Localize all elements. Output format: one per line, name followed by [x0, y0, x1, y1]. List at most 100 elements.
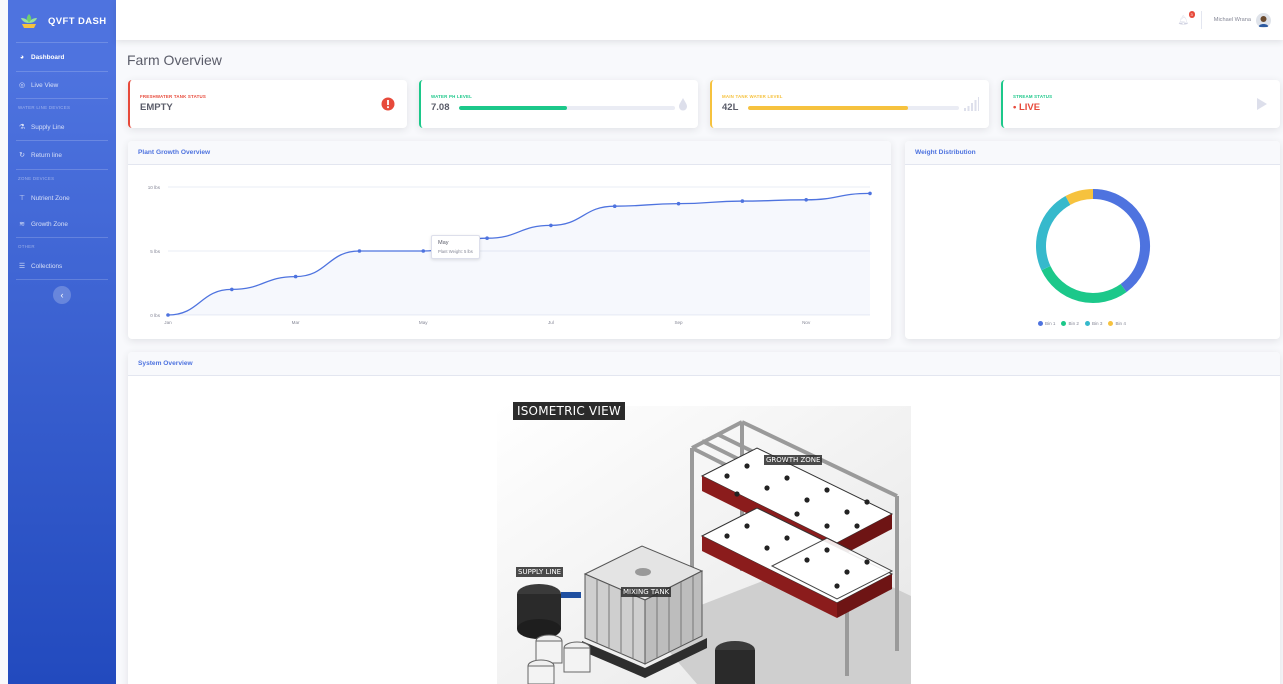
stat-card-ph: WATER PH LEVEL 7.08	[419, 80, 698, 128]
sidebar-heading: WATER LINE DEVICES	[18, 105, 71, 110]
data-point	[421, 249, 426, 253]
legend-item[interactable]: Bin 2	[1061, 321, 1079, 326]
sidebar-item-label: Live View	[31, 81, 59, 89]
signal-bars-icon	[964, 97, 979, 111]
data-point	[166, 313, 170, 317]
sidebar-item-supply-line[interactable]: ⚗ Supply Line	[8, 114, 116, 140]
collections-icon: ☰	[18, 263, 26, 270]
data-point	[740, 199, 745, 203]
legend-item[interactable]: Bin 1	[1038, 321, 1055, 326]
sidebar-item-label: Dashboard	[31, 53, 65, 61]
x-tick-label: Jan	[164, 320, 172, 325]
tooltip-body: Plant Weight: 5 lbs	[438, 249, 473, 254]
sidebar-item-dashboard[interactable]: ◕ Dashboard	[8, 43, 116, 71]
stat-card-freshwater: FRESHWATER TANK STATUS EMPTY	[128, 80, 407, 128]
plant-growth-chart: 10 lbs 5 lbs 0 lbs Jan Mar May Jul Sep Nov	[148, 185, 872, 325]
y-tick-label: 10 lbs	[148, 185, 161, 190]
alert-circle-icon	[381, 97, 395, 111]
page-title: Farm Overview	[127, 52, 222, 68]
stat-label: MAIN TANK WATER LEVEL	[722, 94, 783, 99]
plant-growth-card-title: Plant Growth Overview	[128, 141, 891, 165]
chart-legend: Bin 1 Bin 2 Bin 3 Bin 4	[1038, 321, 1126, 326]
chart-tooltip: May Plant Weight: 5 lbs	[431, 235, 480, 259]
stat-label: STREAM STATUS	[1013, 94, 1053, 99]
nutrient-icon: ⊤	[18, 195, 26, 202]
data-point	[676, 201, 681, 206]
data-point	[868, 191, 872, 196]
data-point	[230, 287, 234, 292]
bell-icon: 🔔︎	[1177, 14, 1189, 25]
sidebar-item-nutrient-zone[interactable]: ⊤ Nutrient Zone	[8, 185, 116, 211]
data-point	[612, 204, 617, 208]
x-tick-label: Jul	[548, 320, 554, 325]
sidebar-item-label: Nutrient Zone	[31, 194, 70, 202]
donut-slice	[1036, 196, 1071, 271]
water-drop-icon	[679, 98, 687, 111]
stat-label: WATER PH LEVEL	[431, 94, 473, 99]
avatar[interactable]	[1256, 12, 1271, 28]
sidebar-item-collections[interactable]: ☰ Collections	[8, 253, 116, 279]
system-isometric-image: ISOMETRIC VIEW GROWTH ZONE SUPPLY LINE M…	[497, 386, 911, 684]
dashboard-icon: ◕	[19, 53, 25, 61]
sidebar-item-label: Growth Zone	[31, 220, 68, 228]
legend-label: Bin 1	[1045, 321, 1056, 326]
brand-name: QVFT DASH	[48, 15, 107, 27]
tooltip-title: May	[438, 240, 449, 246]
stat-card-stream: STREAM STATUS • LIVE	[1001, 80, 1280, 128]
return-icon: ↻	[19, 152, 25, 159]
alert-count-badge: 3	[1188, 10, 1195, 18]
supply-line-label: SUPPLY LINE	[516, 567, 564, 577]
isometric-view-label: ISOMETRIC VIEW	[513, 402, 625, 420]
ph-progress-bar	[459, 106, 675, 110]
y-tick-label: 0 lbs	[150, 313, 160, 318]
data-point	[804, 198, 808, 202]
weight-distribution-card-title: Weight Distribution	[905, 141, 1280, 165]
isometric-drawing	[497, 406, 911, 684]
donut-slice	[1041, 265, 1127, 303]
legend-swatch	[1084, 321, 1090, 326]
legend-item[interactable]: Bin 4	[1108, 321, 1126, 326]
growth-zone-label: GROWTH ZONE	[764, 455, 823, 465]
legend-label: Bin 4	[1115, 321, 1126, 326]
sidebar: QVFT DASH ◕ Dashboard ◎ Live View WATER …	[8, 0, 116, 684]
system-overview-card-title: System Overview	[128, 352, 1280, 376]
plant-growth-card: Plant Growth Overview 10 lbs 5 lbs 0 lbs Ja…	[128, 141, 891, 339]
stat-value: EMPTY	[140, 102, 173, 113]
x-tick-label: Mar	[292, 320, 300, 325]
sidebar-item-label: Collections	[31, 262, 63, 270]
weight-distribution-card: Weight Distribution Bin 1 Bin 2 Bin 3 Bin 4	[905, 141, 1280, 339]
sidebar-heading: ZONE DEVICES	[18, 176, 55, 181]
topbar: 🔔︎ 3 Michael Wrana	[116, 0, 1283, 40]
supply-icon: ⚗	[18, 124, 26, 131]
alerts-button[interactable]: 🔔︎ 3	[1177, 10, 1195, 26]
y-tick-label: 5 lbs	[150, 249, 160, 254]
data-point	[549, 223, 553, 228]
sidebar-item-live-view[interactable]: ◎ Live View	[8, 72, 116, 98]
sidebar-item-return-line[interactable]: ↻ Return line	[8, 141, 116, 169]
stat-label: FRESHWATER TANK STATUS	[140, 94, 207, 99]
data-point	[485, 236, 489, 240]
ph-progress-fill	[459, 106, 567, 110]
legend-item[interactable]: Bin 3	[1084, 321, 1103, 326]
legend-label: Bin 3	[1091, 321, 1103, 326]
legend-swatch	[1038, 321, 1043, 326]
weight-distribution-chart	[1036, 189, 1150, 303]
legend-label: Bin 2	[1068, 321, 1079, 326]
live-icon: ◎	[18, 82, 26, 89]
data-point	[357, 249, 362, 253]
play-icon[interactable]	[1256, 97, 1268, 111]
legend-swatch	[1108, 321, 1114, 326]
sidebar-item-growth-zone[interactable]: ≋ Growth Zone	[8, 211, 116, 237]
sidebar-heading: OTHER	[18, 244, 35, 249]
growth-icon: ≋	[19, 221, 25, 228]
chevron-left-icon: ‹	[60, 290, 64, 300]
sidebar-item-label: Return line	[31, 151, 62, 159]
tank-level-progress-fill	[748, 106, 909, 110]
x-tick-label: Nov	[802, 320, 811, 325]
brand[interactable]: QVFT DASH	[8, 0, 116, 42]
mixing-tank-label: MIXING TANK	[621, 587, 672, 597]
sidebar-toggle-button[interactable]: ‹	[53, 286, 71, 304]
user-avatar-icon	[1256, 12, 1271, 28]
series-area	[168, 193, 870, 315]
user-name[interactable]: Michael Wrana	[1214, 17, 1251, 23]
